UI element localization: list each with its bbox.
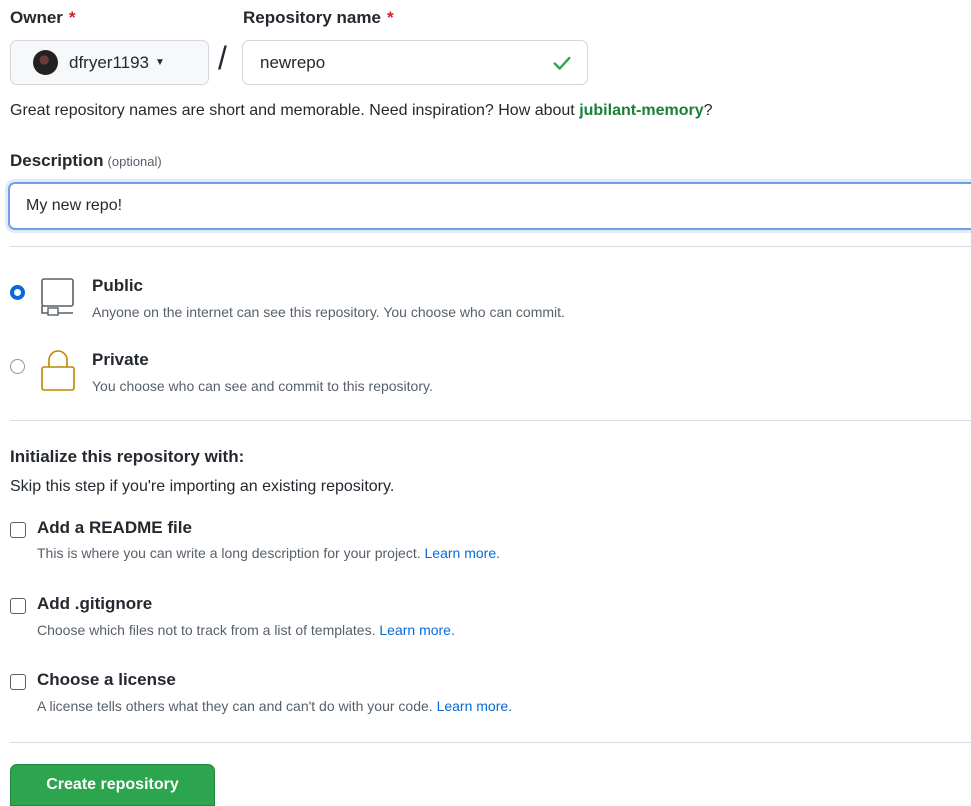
owner-repo-separator: / xyxy=(218,40,227,76)
public-radio[interactable] xyxy=(10,285,25,300)
owner-label-text: Owner xyxy=(10,8,63,27)
lock-icon xyxy=(41,350,75,391)
divider xyxy=(10,246,971,247)
readme-desc-text: This is where you can write a long descr… xyxy=(37,545,421,561)
owner-name: dfryer1193 xyxy=(69,52,150,72)
owner-dropdown[interactable]: dfryer1193 ▼ xyxy=(10,40,209,85)
divider xyxy=(10,742,971,743)
readme-learn-more-link[interactable]: Learn more. xyxy=(425,545,500,561)
gitignore-option-title: Add .gitignore xyxy=(37,594,153,613)
license-option-desc: A license tells others what they can and… xyxy=(37,698,512,714)
repo-name-value: newrepo xyxy=(260,52,326,72)
public-option-desc: Anyone on the internet can see this repo… xyxy=(92,304,565,320)
gitignore-learn-more-link[interactable]: Learn more. xyxy=(379,622,454,638)
hint-suffix: ? xyxy=(703,102,713,119)
gitignore-desc-text: Choose which files not to track from a l… xyxy=(37,622,376,638)
description-input[interactable]: My new repo! xyxy=(8,182,971,230)
description-label: Description (optional) xyxy=(10,151,162,171)
create-repository-button[interactable]: Create repository xyxy=(10,764,215,806)
repo-name-hint: Great repository names are short and mem… xyxy=(10,102,713,120)
readme-checkbox[interactable] xyxy=(10,522,26,538)
check-icon xyxy=(553,56,571,70)
repo-name-label: Repository name * xyxy=(243,8,394,28)
readme-option-title: Add a README file xyxy=(37,518,192,537)
optional-tag: (optional) xyxy=(107,154,162,169)
init-section-title: Initialize this repository with: xyxy=(10,447,245,466)
license-learn-more-link[interactable]: Learn more. xyxy=(437,698,512,714)
name-suggestion-link[interactable]: jubilant-memory xyxy=(579,102,703,119)
gitignore-option-desc: Choose which files not to track from a l… xyxy=(37,622,455,638)
readme-option-desc: This is where you can write a long descr… xyxy=(37,545,500,561)
license-option-title: Choose a license xyxy=(37,670,176,689)
repo-name-label-text: Repository name xyxy=(243,8,381,27)
private-option-title: Private xyxy=(92,350,149,369)
caret-down-icon: ▼ xyxy=(155,57,165,68)
gitignore-checkbox[interactable] xyxy=(10,598,26,614)
public-repo-icon xyxy=(41,278,74,316)
required-mark: * xyxy=(68,8,76,27)
avatar xyxy=(33,50,58,75)
hint-text: Great repository names are short and mem… xyxy=(10,102,580,119)
license-desc-text: A license tells others what they can and… xyxy=(37,698,433,714)
owner-label: Owner * xyxy=(10,8,76,28)
required-mark: * xyxy=(386,8,394,27)
init-section-subtitle: Skip this step if you're importing an ex… xyxy=(10,478,395,495)
private-radio[interactable] xyxy=(10,359,25,374)
license-checkbox[interactable] xyxy=(10,674,26,690)
description-value: My new repo! xyxy=(26,197,123,214)
divider xyxy=(10,420,971,421)
new-repository-form: Owner * dfryer1193 ▼ / Repository name * n… xyxy=(0,0,971,806)
public-option-title: Public xyxy=(92,276,144,295)
private-option-desc: You choose who can see and commit to thi… xyxy=(92,378,433,394)
description-label-text: Description xyxy=(10,151,104,170)
repo-name-input[interactable]: newrepo xyxy=(242,40,588,85)
